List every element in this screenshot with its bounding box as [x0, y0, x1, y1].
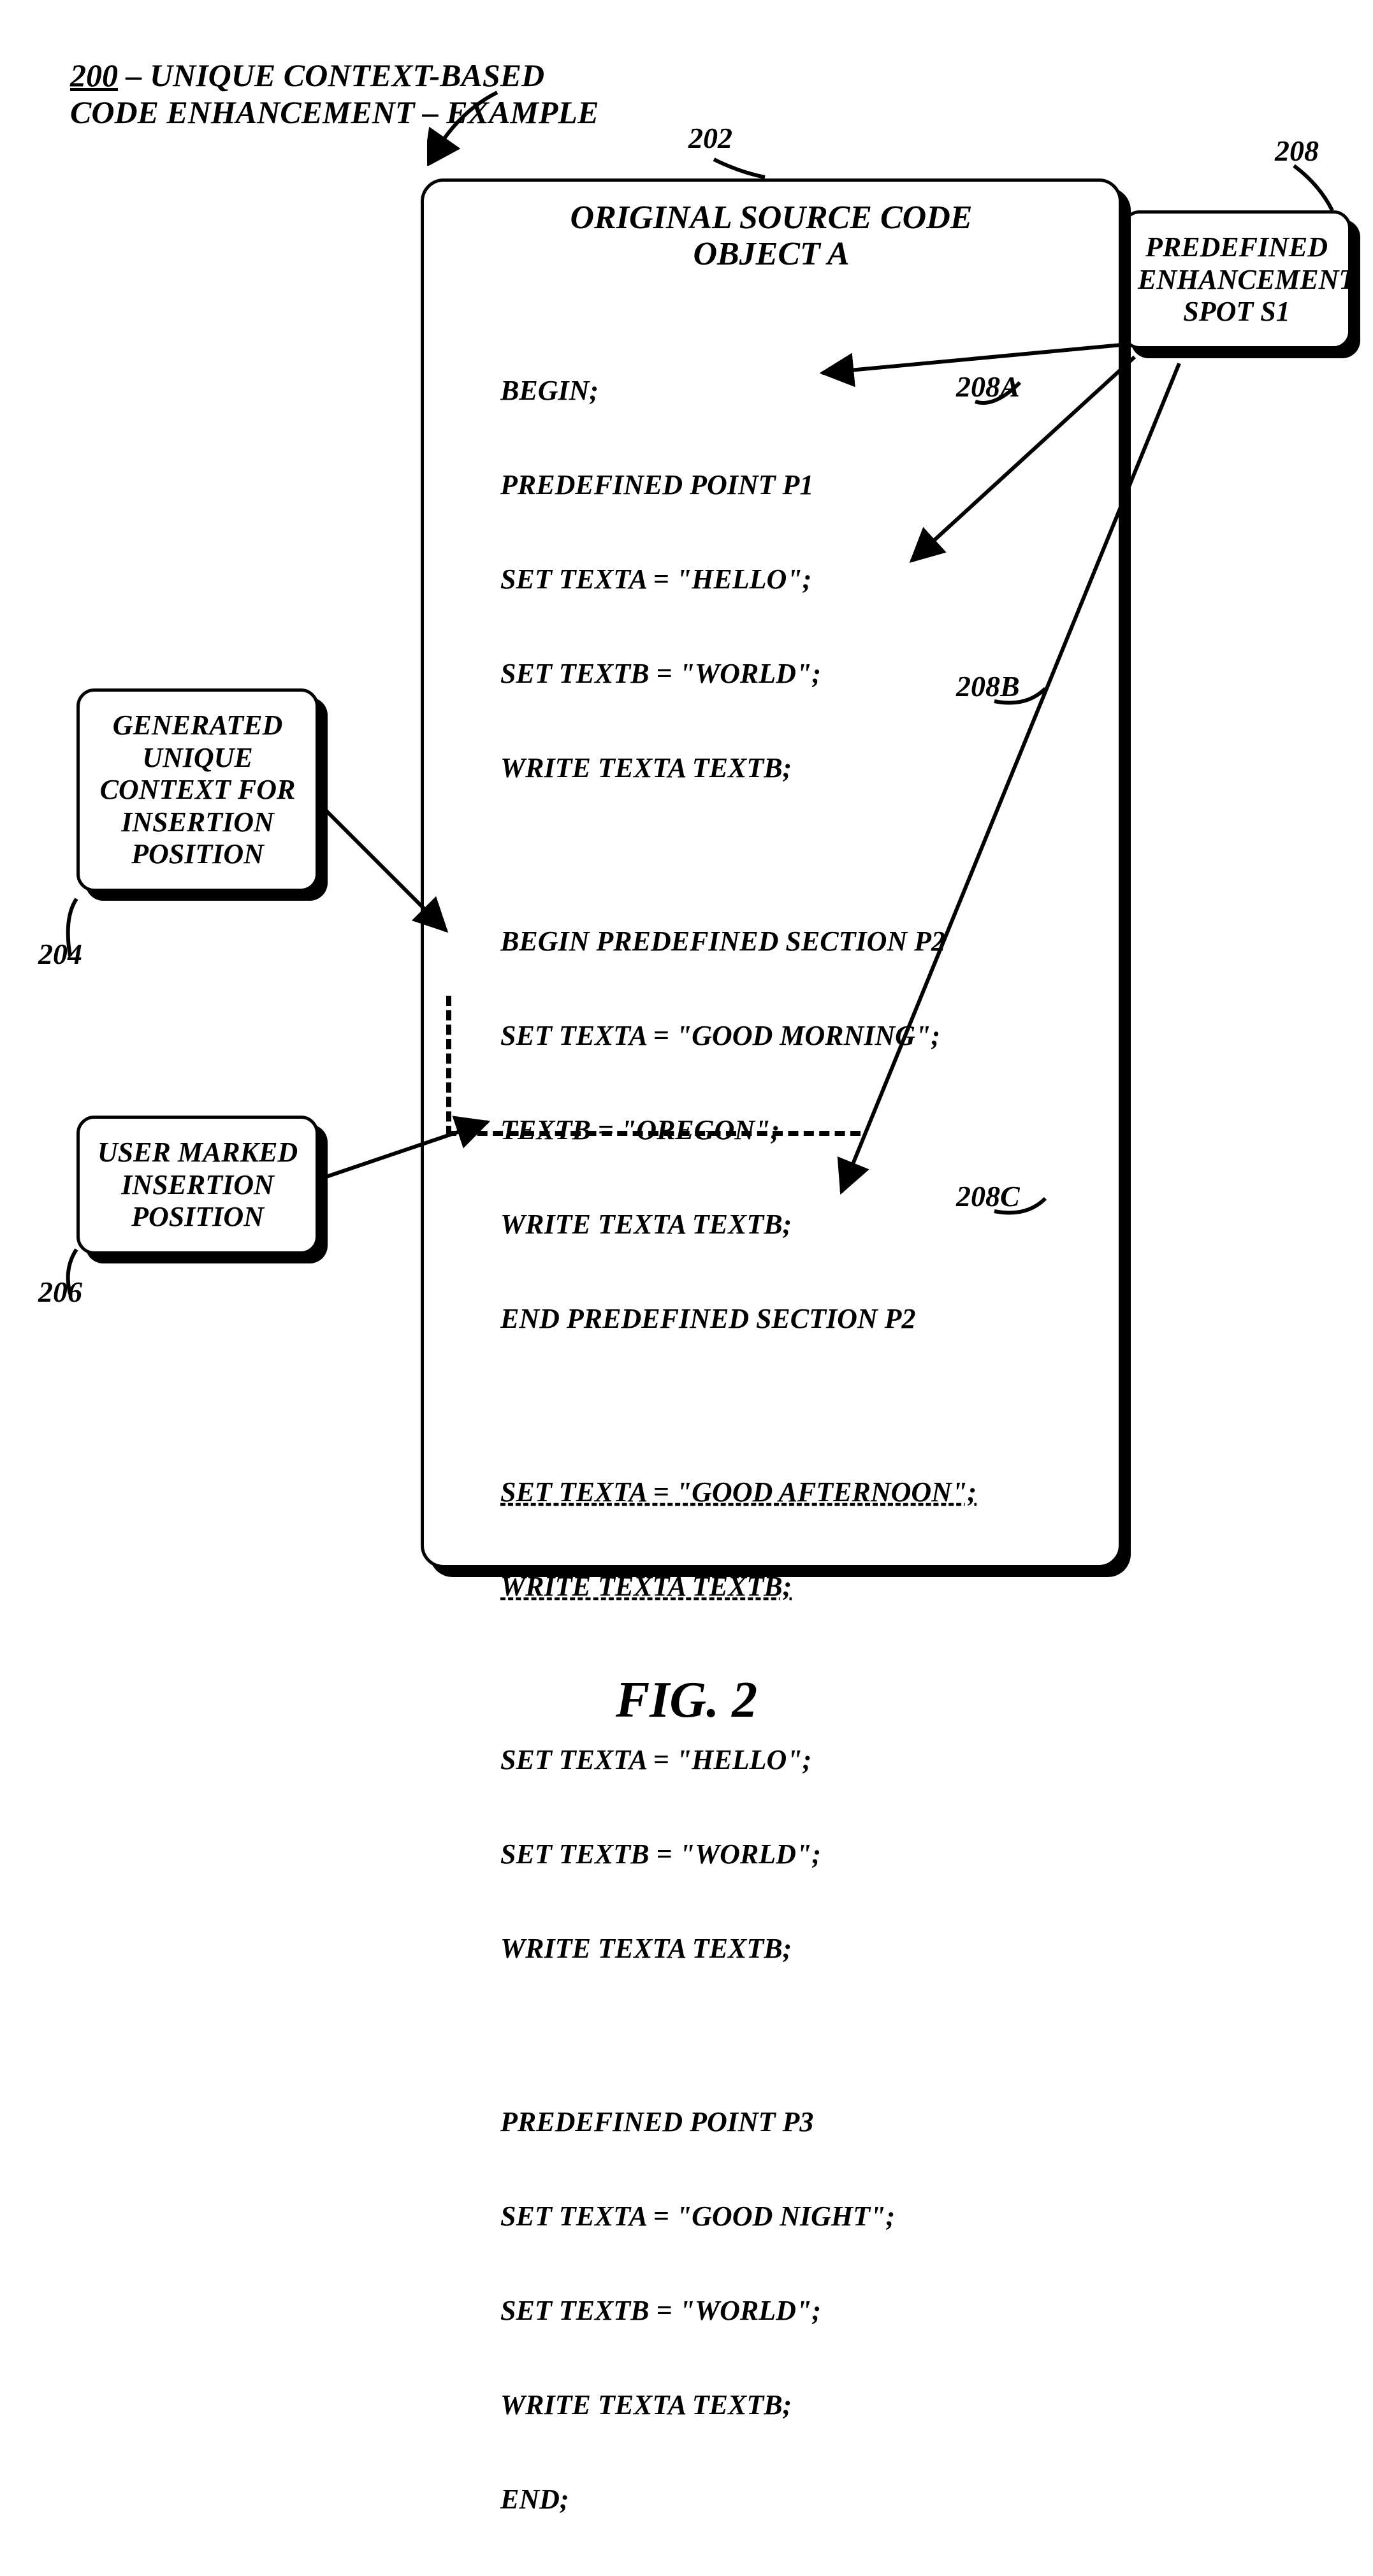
- ref-208b: 208B: [956, 669, 1020, 703]
- code-listing: BEGIN; PREDEFINED POINT P1 SET TEXTA = "…: [500, 316, 977, 2575]
- code-line: END;: [500, 2480, 977, 2519]
- ref-206: 206: [38, 1275, 82, 1309]
- code-line: WRITE TEXTA TEXTB;: [500, 1568, 977, 1606]
- code-line: SET TEXTB = "WORLD";: [500, 1835, 977, 1874]
- code-line: BEGIN PREDEFINED SECTION P2: [500, 922, 977, 961]
- code-line: WRITE TEXTA TEXTB;: [500, 2386, 977, 2424]
- box-user-marked-text: USER MARKED INSERTION POSITION: [92, 1137, 303, 1233]
- dashed-context-region: [446, 996, 861, 1136]
- code-line: SET TEXTA = "GOOD AFTERNOON";: [500, 1473, 977, 1511]
- ref-202: 202: [688, 121, 732, 155]
- title-ref-num: 200: [70, 57, 118, 93]
- main-title-l1: ORIGINAL SOURCE CODE: [570, 200, 973, 236]
- code-line: BEGIN;: [500, 372, 977, 410]
- code-line: PREDEFINED POINT P1: [500, 466, 977, 504]
- title-line2: CODE ENHANCEMENT – EXAMPLE: [70, 94, 599, 130]
- box-user-marked: USER MARKED INSERTION POSITION: [76, 1116, 319, 1255]
- ref-208a: 208A: [956, 370, 1020, 404]
- box-generated-context: GENERATED UNIQUE CONTEXT FOR INSERTION P…: [76, 688, 319, 892]
- code-line: SET TEXTB = "WORLD";: [500, 2292, 977, 2330]
- diagram-title: 200 – UNIQUE CONTEXT-BASED CODE ENHANCEM…: [70, 57, 599, 131]
- code-line: SET TEXTA = "GOOD NIGHT";: [500, 2197, 977, 2236]
- code-line: WRITE TEXTA TEXTB;: [500, 1930, 977, 1968]
- code-line: WRITE TEXTA TEXTB;: [500, 1205, 977, 1244]
- ref-208: 208: [1275, 134, 1319, 168]
- code-line: SET TEXTB = "WORLD";: [500, 655, 977, 693]
- code-line: END PREDEFINED SECTION P2: [500, 1300, 977, 1338]
- code-line: WRITE TEXTA TEXTB;: [500, 749, 977, 787]
- figure-caption: FIG. 2: [616, 1671, 757, 1729]
- title-line1-rest: – UNIQUE CONTEXT-BASED: [118, 57, 544, 93]
- code-line: SET TEXTA = "HELLO";: [500, 560, 977, 599]
- main-box-title: ORIGINAL SOURCE CODE OBJECT A: [424, 200, 1119, 272]
- box-predefined-spot-text: PREDEFINED ENHANCEMENT SPOT S1: [1138, 231, 1335, 328]
- title-leader-arrow: [427, 89, 504, 166]
- code-line: PREDEFINED POINT P3: [500, 2103, 977, 2141]
- code-line: SET TEXTA = "HELLO";: [500, 1741, 977, 1779]
- ref-204: 204: [38, 937, 82, 971]
- box-predefined-spot: PREDEFINED ENHANCEMENT SPOT S1: [1122, 210, 1351, 349]
- ref-208c: 208C: [956, 1179, 1020, 1213]
- box-generated-context-text: GENERATED UNIQUE CONTEXT FOR INSERTION P…: [92, 709, 303, 871]
- main-title-l2: OBJECT A: [693, 236, 849, 272]
